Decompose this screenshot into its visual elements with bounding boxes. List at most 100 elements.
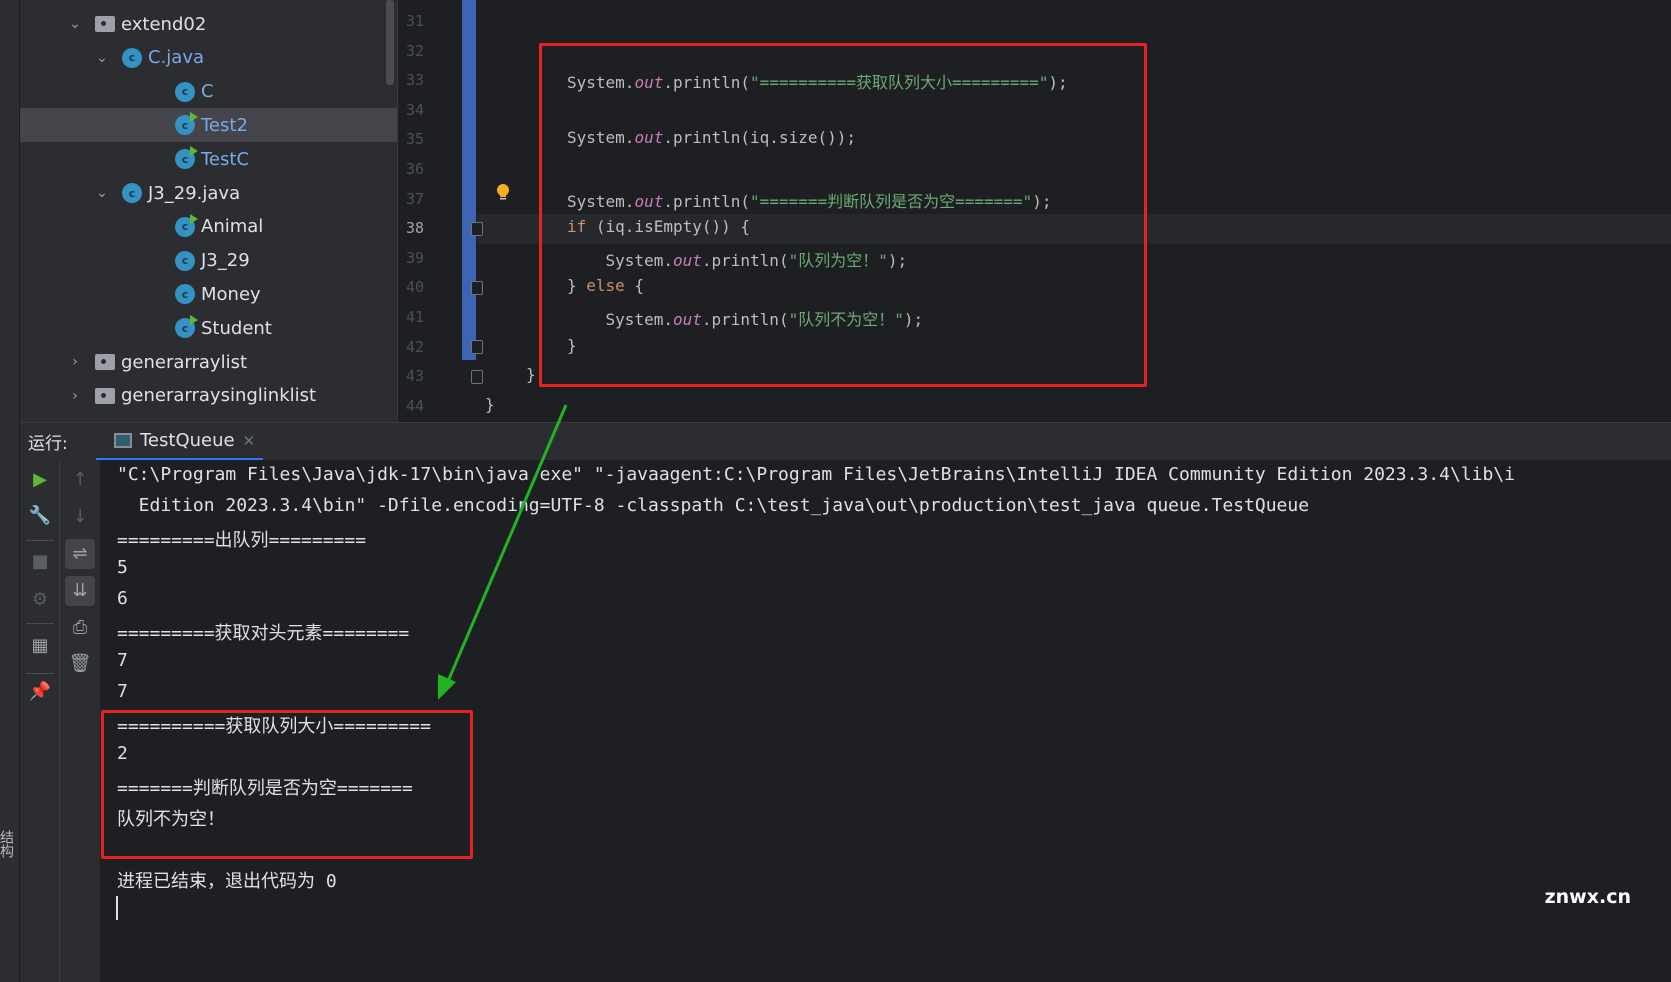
- chevron-right-icon[interactable]: ›: [68, 388, 82, 404]
- runnable-class-icon: c: [175, 146, 198, 170]
- chevron-down-icon[interactable]: ⌄: [68, 16, 82, 32]
- arrow-down-icon[interactable]: ↓: [68, 505, 92, 529]
- tree-item[interactable]: c TestC: [20, 142, 397, 176]
- tree-item[interactable]: c Money: [20, 277, 397, 311]
- tree-item-label: Money: [201, 283, 261, 305]
- line-number: 42: [406, 337, 425, 356]
- tab-testqueue[interactable]: TestQueue ✕: [96, 423, 263, 461]
- tree-scrollbar[interactable]: [386, 0, 394, 85]
- line-number: 43: [406, 367, 425, 386]
- chevron-down-icon[interactable]: ⌄: [95, 185, 109, 201]
- line-number: 37: [406, 189, 425, 208]
- run-toolbar: ▶ 🔧 ■ ⚙ ▦ 📌: [20, 460, 60, 982]
- lightbulb-icon[interactable]: [496, 184, 510, 202]
- tree-item-label: J3_29: [201, 250, 250, 272]
- line-number: 34: [406, 100, 425, 119]
- tree-item-label: Test2: [201, 114, 248, 136]
- arrow-up-icon[interactable]: ↑: [68, 468, 92, 492]
- debug-settings-icon[interactable]: ⚙: [28, 588, 52, 612]
- runnable-class-icon: c: [175, 213, 198, 237]
- line-number: 38: [406, 219, 425, 238]
- pin-icon[interactable]: 📌: [28, 680, 52, 704]
- line-number: 36: [406, 160, 425, 178]
- console-line: 进程已结束，退出代码为 0: [117, 871, 337, 892]
- line-number: 33: [406, 71, 425, 90]
- fold-icon[interactable]: [471, 222, 483, 236]
- tree-item[interactable]: c Student: [20, 311, 397, 345]
- fold-icon[interactable]: [471, 281, 483, 295]
- print-icon[interactable]: ⎙: [68, 616, 92, 640]
- tree-item-label: generarraylist: [121, 351, 248, 373]
- tree-item[interactable]: c Animal: [20, 210, 397, 244]
- folder-icon: [95, 16, 115, 32]
- console-line: 6: [117, 588, 128, 609]
- line-number: 44: [406, 396, 425, 415]
- structure-tool-label[interactable]: 结构: [0, 830, 16, 858]
- tree-item[interactable]: c J3_29: [20, 244, 397, 278]
- annotation-box-output: [101, 710, 473, 859]
- console-line: Edition 2023.3.4\bin" -Dfile.encoding=UT…: [117, 495, 1310, 516]
- console-line: =========获取对头元素========: [117, 623, 410, 644]
- class-icon: c: [175, 284, 195, 305]
- tree-item-label: generarraysinglinklist: [121, 385, 317, 407]
- layout-icon[interactable]: ▦: [28, 634, 52, 658]
- tree-item[interactable]: cC: [20, 75, 397, 109]
- line-number: 40: [406, 278, 425, 297]
- tree-item-label: Animal: [201, 216, 264, 238]
- runnable-class-icon: c: [175, 112, 198, 136]
- wrench-icon[interactable]: 🔧: [28, 504, 52, 528]
- tree-item[interactable]: ⌄ extend02: [20, 7, 397, 41]
- divider: [26, 540, 54, 541]
- tree-item-label: Student: [201, 317, 272, 339]
- watermark: znwx.cn: [1544, 886, 1631, 908]
- tree-item-label: C: [201, 81, 214, 103]
- vcs-change-marker[interactable]: [462, 0, 476, 360]
- tree-indent: ›: [20, 354, 95, 370]
- tree-indent: ⌄: [20, 50, 122, 66]
- tree-item-label: extend02: [121, 13, 207, 35]
- console-line: "C:\Program Files\Java\jdk-17\bin\java.e…: [117, 464, 1515, 485]
- class-icon: c: [122, 47, 142, 68]
- divider: [26, 623, 54, 624]
- tree-item[interactable]: › generarraysinglinklist: [20, 379, 397, 413]
- scroll-to-end-icon[interactable]: ⇊: [65, 576, 95, 606]
- console-line: 7: [117, 650, 128, 671]
- rerun-icon[interactable]: ▶: [28, 468, 52, 492]
- class-icon: c: [175, 250, 195, 271]
- console-caret: [116, 896, 118, 920]
- run-tool-window-header: 运行: TestQueue ✕: [20, 422, 1671, 461]
- line-number: 32: [406, 41, 425, 60]
- console-line: 5: [117, 557, 128, 578]
- tree-item-label: TestC: [201, 148, 250, 170]
- console-line: =========出队列=========: [117, 530, 367, 551]
- code-line: }: [485, 395, 495, 414]
- tree-item[interactable]: › generarraylist: [20, 345, 397, 379]
- fold-icon[interactable]: [471, 370, 483, 384]
- trash-icon[interactable]: 🗑: [68, 652, 92, 676]
- run-label: 运行:: [28, 434, 68, 454]
- project-tree: ⌄ extend02 ⌄ c C.java c Cc Test2 c TestC ⌄ c J3_29.j…: [20, 0, 397, 422]
- fold-icon[interactable]: [471, 340, 483, 354]
- tab-label: TestQueue: [140, 430, 235, 451]
- stop-icon[interactable]: ■: [28, 550, 52, 574]
- chevron-right-icon[interactable]: ›: [68, 354, 82, 370]
- console-line: 7: [117, 681, 128, 702]
- line-number: 31: [406, 12, 425, 30]
- line-number: 39: [406, 248, 425, 267]
- runnable-class-icon: c: [175, 315, 198, 339]
- chevron-down-icon[interactable]: ⌄: [95, 50, 109, 66]
- console-toolbar: ↑ ↓ ⇌ ⇊ ⎙ 🗑: [60, 460, 100, 982]
- annotation-box-code: [539, 43, 1147, 387]
- tree-item[interactable]: ⌄ c C.java: [20, 41, 397, 75]
- close-icon[interactable]: ✕: [243, 432, 256, 450]
- line-number: 35: [406, 130, 425, 149]
- code-token: }: [526, 365, 536, 385]
- console-icon: [114, 433, 132, 448]
- class-icon: c: [175, 81, 195, 102]
- folder-icon: [95, 387, 115, 404]
- code-token: }: [485, 394, 495, 414]
- soft-wrap-icon[interactable]: ⇌: [65, 539, 95, 569]
- tree-item[interactable]: ⌄ c J3_29.java: [20, 176, 397, 210]
- tree-item[interactable]: c Test2: [20, 108, 397, 143]
- tree-indent: ⌄: [20, 185, 122, 201]
